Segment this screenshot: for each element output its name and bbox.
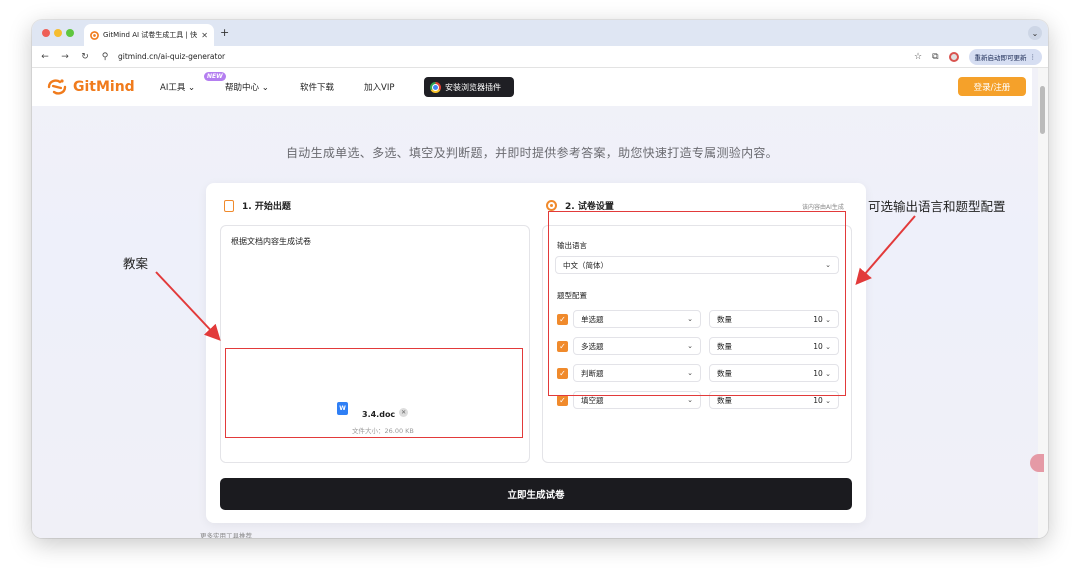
qty-value: 10 [813,395,823,405]
section-start-header: 1. 开始出题 [224,199,291,212]
browser-window: GitMind AI 试卷生成工具 | 快... ✕ + ⌄ ← → ↻ ⚲ g… [32,20,1048,538]
type-name: 填空题 [581,395,604,405]
zoom-window-button[interactable] [66,29,74,37]
prompt-textarea[interactable]: 根据文档内容生成试卷 [231,236,311,247]
install-extension-button[interactable]: 安装浏览器插件 [424,77,514,97]
gear-icon [546,200,557,211]
profile-icon[interactable] [948,52,959,62]
logo-text: GitMind [73,79,135,95]
chevron-down-icon: ⌄ [188,83,196,93]
page-subtitle: 自动生成单选、多选、填空及判断题，并即时提供参考答案，助您快速打造专属测验内容。 [285,146,778,160]
qty-label: 数量 [717,395,732,405]
nav-help-label: 帮助中心 [225,83,260,93]
minimize-window-button[interactable] [54,29,62,37]
tab-search-button[interactable]: ⌄ [1028,26,1042,40]
extensions-icon[interactable]: ⧉ [932,52,938,62]
nav-vip[interactable]: 加入VIP [364,81,394,93]
annotation-box-upload [225,348,523,438]
back-icon[interactable]: ← [38,52,52,62]
annotation-box-settings [548,211,846,396]
tab-close-icon[interactable]: ✕ [201,31,208,40]
gitmind-favicon-icon [90,30,99,40]
close-window-button[interactable] [42,29,50,37]
install-extension-label: 安装浏览器插件 [445,82,501,92]
logo[interactable]: GitMind [46,77,135,97]
chevron-down-icon: ⌄ [687,396,693,404]
checkbox-fill-blank[interactable]: ✓ [557,395,568,406]
nav-download[interactable]: 软件下载 [300,81,334,93]
document-edit-icon [224,199,234,212]
forward-icon[interactable]: → [58,52,72,62]
reload-icon[interactable]: ↻ [78,52,92,62]
more-icon[interactable]: ⋮ [1030,53,1037,61]
tab-strip: GitMind AI 试卷生成工具 | 快... ✕ + ⌄ [32,20,1048,46]
chrome-icon [430,81,441,93]
more-tools-heading: 更多实用工具推荐 [200,532,252,538]
site-header: GitMind AI工具 ⌄ NEW 帮助中心 ⌄ 软件下载 加入VIP 安装浏… [32,68,1032,106]
chevron-down-icon: ⌄ [261,83,269,93]
chevron-down-icon: ⌄ [825,396,831,405]
login-button[interactable]: 登录/注册 [958,77,1026,96]
browser-toolbar: ← → ↻ ⚲ gitmind.cn/ai-quiz-generator ☆ ⧉… [32,46,1048,68]
nav-ai-tools-label: AI工具 [160,83,186,93]
star-icon[interactable]: ☆ [914,52,922,62]
floating-feedback-button[interactable] [1030,454,1044,472]
page-content: GitMind AI工具 ⌄ NEW 帮助中心 ⌄ 软件下载 加入VIP 安装浏… [32,68,1048,538]
nav-ai-tools[interactable]: AI工具 ⌄ [160,81,195,93]
section-start-title: 1. 开始出题 [242,202,291,212]
nav-help-center[interactable]: 帮助中心 ⌄ [225,81,269,93]
annotation-label-left: 教案 [123,256,149,271]
scrollbar-thumb[interactable] [1040,86,1045,134]
ai-generated-note: 该内容由AI生成 [802,204,844,211]
site-info-icon[interactable]: ⚲ [98,52,112,62]
generate-quiz-button[interactable]: 立即生成试卷 [220,478,852,510]
new-tab-button[interactable]: + [220,26,229,39]
relaunch-button[interactable]: 重新启动即可更新 ⋮ [968,49,1042,65]
gitmind-logo-icon [47,79,67,95]
address-bar[interactable]: gitmind.cn/ai-quiz-generator [118,52,225,61]
new-badge: NEW [204,72,226,81]
tab-title: GitMind AI 试卷生成工具 | 快... [103,31,198,39]
annotation-label-right: 可选输出语言和题型配置 [868,199,1006,214]
relaunch-label: 重新启动即可更新 [974,54,1027,62]
tab-active[interactable]: GitMind AI 试卷生成工具 | 快... ✕ [84,24,214,46]
